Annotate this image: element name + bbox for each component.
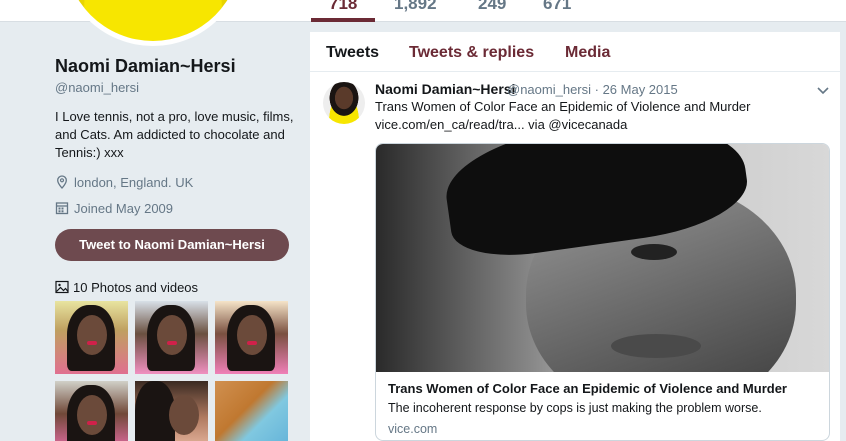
stat-tweets[interactable]: 718 bbox=[329, 0, 357, 14]
stat-following[interactable]: 1,892 bbox=[394, 0, 437, 14]
tweet-author-avatar[interactable] bbox=[323, 82, 365, 124]
link-preview-card[interactable]: Trans Women of Color Face an Epidemic of… bbox=[375, 143, 830, 441]
active-stat-indicator bbox=[311, 18, 375, 22]
timeline-tabs: Tweets Tweets & replies Media bbox=[310, 32, 840, 72]
tweet-handle-date[interactable]: @naomi_hersi · 26 May 2015 bbox=[507, 82, 678, 97]
card-domain: vice.com bbox=[388, 422, 438, 436]
tab-media[interactable]: Media bbox=[565, 44, 610, 62]
photo-icon bbox=[55, 280, 69, 297]
profile-joined: Joined May 2009 bbox=[55, 201, 173, 218]
profile-location: london, England. UK bbox=[55, 175, 193, 192]
profile-handle[interactable]: @naomi_hersi bbox=[55, 80, 139, 95]
calendar-icon bbox=[55, 201, 69, 218]
photo-thumbnail[interactable] bbox=[55, 301, 128, 374]
profile-name[interactable]: Naomi Damian~Hersi bbox=[55, 56, 236, 77]
tab-tweets-and-replies[interactable]: Tweets & replies bbox=[409, 44, 534, 62]
stat-likes[interactable]: 671 bbox=[543, 0, 571, 14]
avatar-image bbox=[65, 0, 241, 41]
location-icon bbox=[55, 175, 69, 192]
photo-thumbnail[interactable] bbox=[215, 301, 288, 374]
timeline-panel: Tweets Tweets & replies Media Naomi Dami… bbox=[310, 32, 840, 441]
photo-thumbnail[interactable] bbox=[135, 381, 208, 441]
card-description: The incoherent response by cops is just … bbox=[388, 401, 762, 415]
photo-thumbnail[interactable] bbox=[135, 301, 208, 374]
location-text: london, England. UK bbox=[74, 175, 194, 190]
tweet-link[interactable]: vice.com/en_ca/read/tra... via @vicecana… bbox=[375, 117, 627, 132]
joined-text: Joined May 2009 bbox=[74, 201, 174, 216]
photos-label-text: 10 Photos and videos bbox=[73, 280, 199, 295]
card-title: Trans Women of Color Face an Epidemic of… bbox=[388, 381, 787, 396]
tweet-author-name[interactable]: Naomi Damian~Hersi bbox=[375, 81, 515, 97]
tweet-to-button[interactable]: Tweet to Naomi Damian~Hersi bbox=[55, 229, 289, 261]
card-image bbox=[376, 144, 829, 372]
photo-thumbnail[interactable] bbox=[215, 381, 288, 441]
tab-tweets[interactable]: Tweets bbox=[326, 44, 379, 62]
profile-bio: I Love tennis, not a pro, love music, fi… bbox=[55, 109, 294, 160]
chevron-down-icon[interactable] bbox=[815, 82, 831, 98]
photo-thumbnail[interactable] bbox=[55, 381, 128, 441]
stat-followers[interactable]: 249 bbox=[478, 0, 506, 14]
tweet-text: Trans Women of Color Face an Epidemic of… bbox=[375, 99, 751, 114]
profile-avatar[interactable] bbox=[60, 0, 246, 46]
photos-and-videos-link[interactable]: 10 Photos and videos bbox=[55, 280, 198, 297]
